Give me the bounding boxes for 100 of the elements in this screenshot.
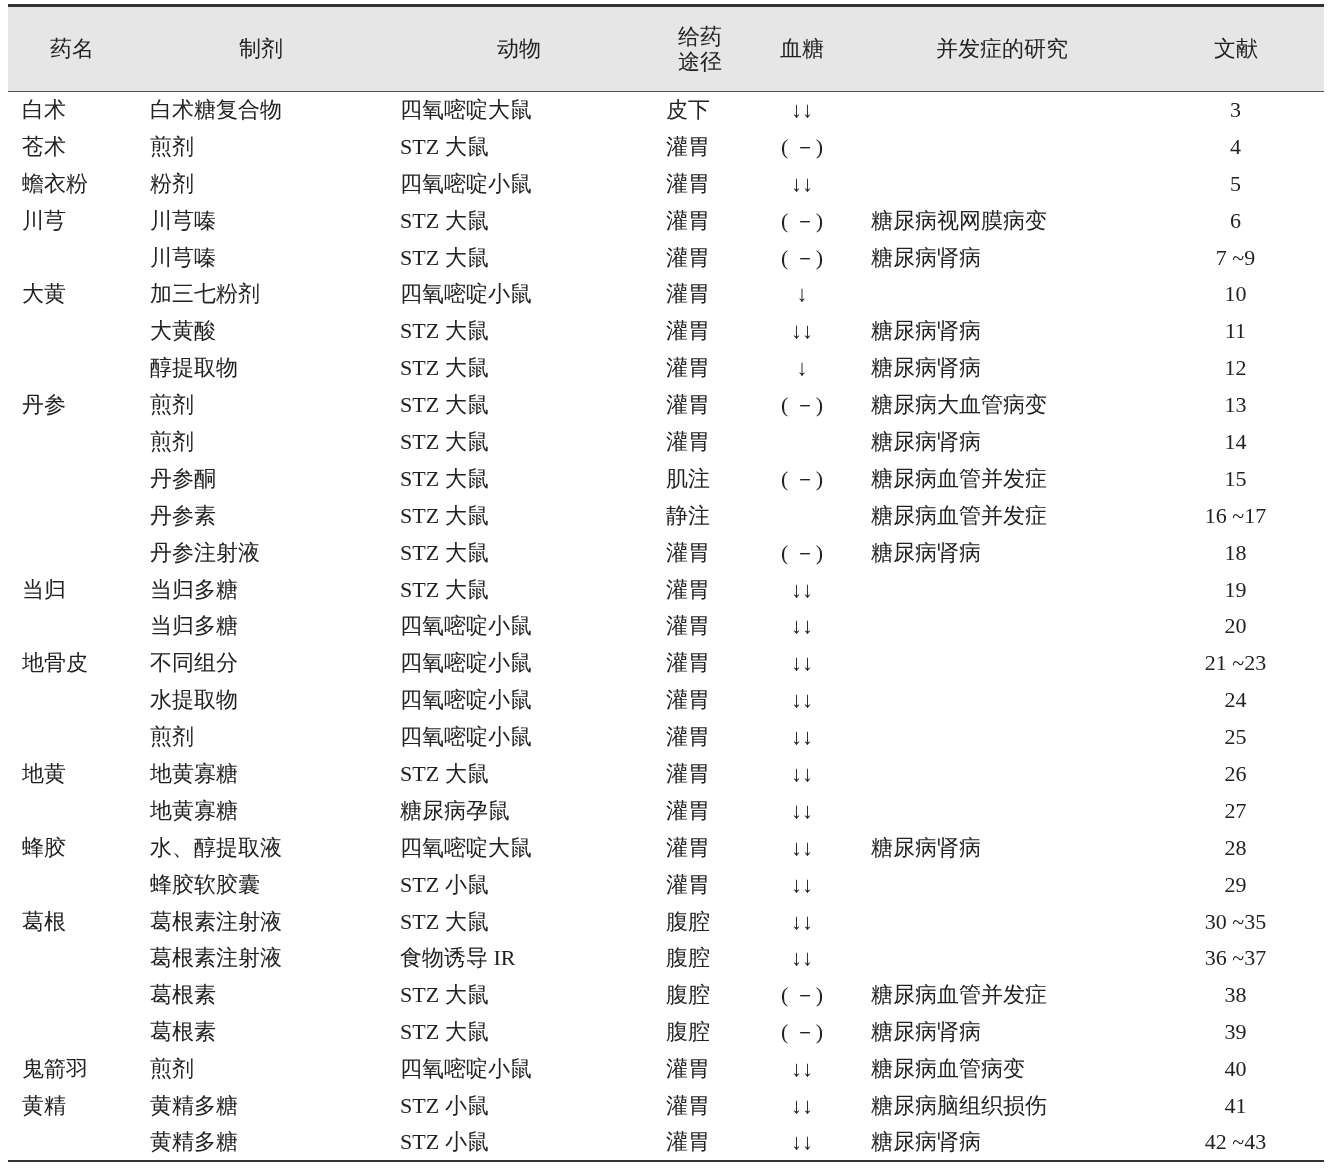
table-cell: STZ 大鼠 [400, 760, 489, 786]
table-cell: 腹腔 [666, 945, 710, 971]
table-cell: 灌胃 [666, 281, 710, 307]
table-cell: 川芎 [22, 207, 66, 233]
table-cell: 灌胃 [666, 576, 710, 602]
table-cell: ↓↓ [791, 650, 813, 676]
table-cell: 28 [1224, 834, 1247, 860]
table-cell: 糖尿病血管并发症 [871, 465, 1047, 491]
table-cell: 19 [1224, 576, 1247, 602]
table-cell: 13 [1224, 392, 1247, 418]
table-cell: 糖尿病肾病 [871, 318, 981, 344]
table-cell: 鬼箭羽 [22, 1056, 88, 1082]
table-cell: 糖尿病大血管病变 [871, 392, 1047, 418]
table-cell: 40 [1224, 1056, 1247, 1082]
table-cell: 糖尿病肾病 [871, 539, 981, 565]
table-cell: 丹参酮 [150, 465, 216, 491]
table-cell: 灌胃 [666, 428, 710, 454]
table-cell: ↓↓ [791, 1056, 813, 1082]
table-cell: STZ 大鼠 [400, 908, 489, 934]
table-cell: 静注 [666, 502, 710, 528]
column-header: 药名 [8, 5, 136, 92]
table-cell: 当归 [22, 576, 66, 602]
table-cell: 灌胃 [666, 355, 710, 381]
table-cell: 糖尿病孕鼠 [400, 797, 510, 823]
table-cell: STZ 大鼠 [400, 502, 489, 528]
table-cell: 16 ~17 [1204, 502, 1267, 528]
table-cell: 灌胃 [666, 724, 710, 750]
table-cell: 糖尿病肾病 [871, 834, 981, 860]
table-cell: 灌胃 [666, 650, 710, 676]
table-cell: 灌胃 [666, 760, 710, 786]
table-cell: 四氧嘧啶小鼠 [400, 170, 532, 196]
table-cell: 四氧嘧啶小鼠 [400, 1056, 532, 1082]
table-cell: 灌胃 [666, 1129, 710, 1155]
table-cell: 糖尿病血管并发症 [871, 502, 1047, 528]
table-cell: 醇提取物 [150, 355, 238, 381]
table-cell: 水、醇提取液 [150, 834, 282, 860]
table-cell: 煎剂 [150, 1056, 194, 1082]
table-cell: 四氧嘧啶小鼠 [400, 613, 532, 639]
table-cell: 灌胃 [666, 1056, 710, 1082]
table-cell: STZ 大鼠 [400, 392, 489, 418]
table-cell: ( －) [780, 244, 824, 270]
table-cell: 糖尿病肾病 [871, 1129, 981, 1155]
table-cell: STZ 大鼠 [400, 133, 489, 159]
table-cell: 四氧嘧啶大鼠 [400, 834, 532, 860]
table-cell: 糖尿病脑组织损伤 [871, 1093, 1047, 1118]
table-cell: 灌胃 [666, 244, 710, 270]
table-cell: 地骨皮 [22, 650, 88, 676]
table-cell: ( －) [780, 539, 824, 565]
table-cell: 葛根素 [150, 1019, 216, 1045]
table-cell: STZ 小鼠 [400, 1093, 489, 1118]
table-cell: 糖尿病肾病 [871, 1019, 981, 1045]
table-cell: 黄精多糖 [150, 1129, 238, 1155]
column-header: 血糖 [747, 5, 857, 92]
table-cell: 腹腔 [666, 1019, 710, 1045]
table-cell: 白术糖复合物 [150, 97, 282, 123]
table-cell: ↓↓ [791, 687, 813, 713]
table-cell: ↓↓ [791, 724, 813, 750]
table-cell: 5 [1230, 170, 1241, 196]
column-header: 给药途径 [652, 5, 747, 92]
table-cell: 糖尿病肾病 [871, 428, 981, 454]
table-cell: ↓↓ [791, 1129, 813, 1155]
table-cell: STZ 大鼠 [400, 355, 489, 381]
table-cell: 11 [1224, 318, 1247, 344]
table-cell: STZ 大鼠 [400, 465, 489, 491]
table-cell: 煎剂 [150, 428, 194, 454]
table-cell: 糖尿病视网膜病变 [871, 207, 1047, 233]
table-cell: 糖尿病血管并发症 [871, 982, 1047, 1008]
table-cell: 24 [1224, 687, 1247, 713]
table-cell: 川芎嗪 [150, 244, 216, 270]
table-cell: ↓↓ [791, 613, 813, 639]
table-cell: 4 [1230, 133, 1241, 159]
table-cell: 葛根素 [150, 982, 216, 1008]
table-cell: ↓↓ [791, 760, 813, 786]
table-cell: 丹参素 [150, 502, 216, 528]
table-cell: STZ 大鼠 [400, 1019, 489, 1045]
table-cell: 18 [1224, 539, 1247, 565]
table-cell: 四氧嘧啶大鼠 [400, 97, 532, 123]
table-cell: 蟾衣粉 [22, 170, 88, 196]
table-cell: 四氧嘧啶小鼠 [400, 724, 532, 750]
table-cell: 蜂胶 [22, 834, 66, 860]
table-cell: 15 [1224, 465, 1247, 491]
table-cell: 灌胃 [666, 797, 710, 823]
table-cell: ↓↓ [791, 1093, 813, 1118]
table-cell: 21 ~23 [1204, 650, 1267, 676]
column-header: 制剂 [136, 5, 386, 92]
table-cell: ↓ [796, 281, 808, 307]
table-cell: ↓↓ [791, 97, 813, 123]
table-cell: 黄精多糖 [150, 1093, 238, 1118]
table-cell: 灌胃 [666, 613, 710, 639]
table-cell: 大黄酸 [150, 318, 216, 344]
table-cell: ( －) [780, 133, 824, 159]
table-cell: STZ 小鼠 [400, 1129, 489, 1155]
table-cell: 地黄寡糖 [150, 760, 238, 786]
table-cell: 灌胃 [666, 1093, 710, 1118]
table-cell: 30 ~35 [1204, 908, 1267, 934]
table-cell: 41 [1224, 1093, 1247, 1118]
table-cell: 当归多糖 [150, 576, 238, 602]
table-cell: 食物诱导 IR [400, 945, 516, 971]
table-cell: 灌胃 [666, 871, 710, 897]
table-cell: 四氧嘧啶小鼠 [400, 281, 532, 307]
